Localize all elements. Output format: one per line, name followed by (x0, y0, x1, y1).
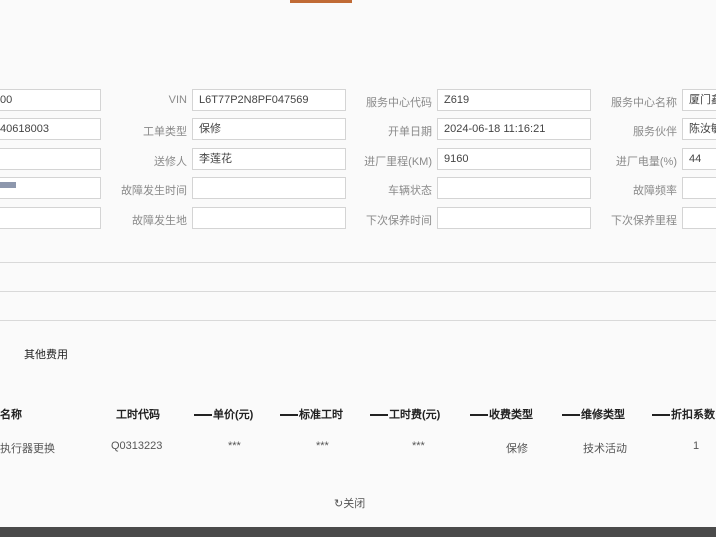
open-date-label: 开单日期 (388, 126, 432, 138)
divider (0, 291, 716, 292)
column-resizer[interactable] (370, 414, 388, 417)
column-resizer[interactable] (194, 414, 212, 417)
divider (0, 320, 716, 321)
header-repair-type: 维修类型 (562, 406, 625, 422)
fault-frequency-label: 故障频率 (633, 185, 677, 197)
cell-labor-code: Q0313223 (111, 440, 163, 452)
fault-place-label: 故障发生地 (132, 215, 187, 227)
vin-label: VIN (168, 94, 187, 106)
cell-unit-price: *** (228, 440, 241, 452)
battery-field[interactable]: 44 (682, 148, 716, 170)
header-unit-price: 单价(元) (194, 406, 253, 422)
header-std-hours: 标准工时 (280, 406, 343, 422)
field-row4-left-value (0, 182, 16, 188)
service-name-field[interactable]: 厦门鑫 (682, 89, 716, 111)
close-label: 关闭 (343, 498, 366, 510)
service-code-label: 服务中心代码 (366, 97, 432, 109)
fault-frequency-field[interactable] (682, 177, 716, 199)
advisor-field[interactable]: 陈汝敏 (682, 118, 716, 140)
mileage-label: 进厂里程(KM) (364, 156, 432, 168)
header-charge-type: 收费类型 (470, 406, 533, 422)
cell-repair-type: 技术活动 (583, 443, 627, 455)
cell-std-hours: *** (316, 440, 329, 452)
column-resizer[interactable] (470, 414, 488, 417)
header-discount: 折扣系数 (652, 406, 715, 422)
cell-charge-type: 保修 (506, 443, 528, 455)
cell-labor-fee: *** (412, 440, 425, 452)
service-name-label: 服务中心名称 (611, 97, 677, 109)
top-accent (290, 0, 352, 3)
column-resizer[interactable] (280, 414, 298, 417)
order-type-label: 工单类型 (143, 126, 187, 138)
column-resizer[interactable] (652, 414, 670, 417)
next-maint-mileage-label: 下次保养里程 (611, 215, 677, 227)
advisor-label: 服务伙伴 (633, 126, 677, 138)
battery-label: 进厂电量(%) (615, 156, 677, 168)
refresh-icon: ↻ (334, 498, 344, 510)
close-button[interactable]: ↻关闭 (334, 495, 365, 511)
tab-other-fees[interactable]: 其他费用 (24, 346, 68, 362)
cell-discount: 1 (693, 440, 700, 452)
work-order-dialog: 00 VIN L6T77P2N8PF047569 服务中心代码 Z619 服务中… (0, 0, 716, 537)
divider (0, 262, 716, 263)
next-maint-mileage-field[interactable] (682, 207, 716, 229)
header-name: 名称 (0, 409, 22, 421)
next-maint-time-label: 下次保养时间 (366, 215, 432, 227)
header-labor-fee: 工时费(元) (370, 406, 440, 422)
fault-time-label: 故障发生时间 (121, 185, 187, 197)
sender-label: 送修人 (154, 156, 187, 168)
header-labor-code: 工时代码 (116, 409, 160, 421)
vehicle-status-label: 车辆状态 (388, 185, 432, 197)
column-resizer[interactable] (562, 414, 580, 417)
bottom-bar (0, 527, 716, 537)
cell-name: 执行器更换 (0, 443, 55, 455)
